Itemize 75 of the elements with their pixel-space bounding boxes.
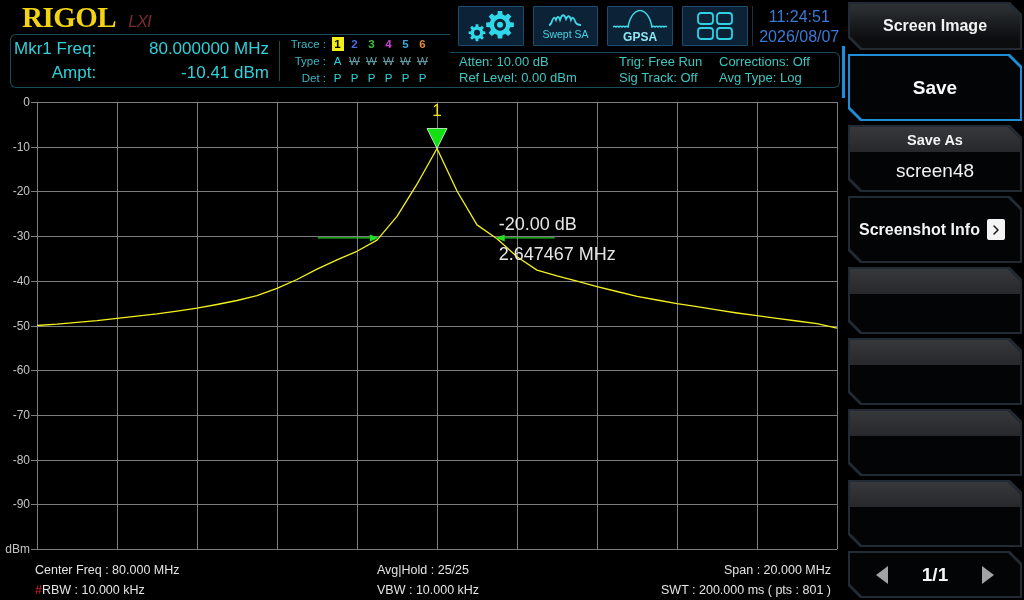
marker-freq-value: 80.000000 MHz <box>147 38 269 60</box>
trace-number[interactable]: 6 <box>416 37 429 51</box>
y-axis-label: -30 <box>12 229 30 244</box>
clock-time: 11:24:51 <box>768 7 830 27</box>
setting-text: Corrections: Off <box>719 54 811 70</box>
grid-icon <box>696 12 733 40</box>
mode-button[interactable]: Swept SA <box>532 6 599 46</box>
trace-number[interactable]: 3 <box>365 37 378 51</box>
status-text: Avg|Hold : 25/25 <box>377 562 469 578</box>
marker-icon <box>426 128 448 149</box>
trace-type: W <box>417 55 428 67</box>
y-axis-label: -10 <box>12 139 30 154</box>
gears-icon <box>467 10 514 42</box>
trace-detector: P <box>367 72 376 84</box>
setting-text: Sig Track: Off <box>619 70 699 86</box>
trace-number[interactable]: 2 <box>348 37 361 51</box>
trace-type: W <box>349 55 360 67</box>
type-row-label: Type : <box>293 55 327 67</box>
trace-type: W <box>383 55 394 67</box>
trace-row-label: Trace : <box>289 38 327 50</box>
manual-setting-label: # <box>35 582 42 598</box>
status-text: Span : 20.000 MHz <box>724 562 831 578</box>
focus-indicator <box>842 46 845 98</box>
trace-number[interactable]: 1 <box>331 37 344 51</box>
trace-detector: P <box>384 72 393 84</box>
y-axis-label: -20 <box>12 184 30 199</box>
y-axis-label: -40 <box>12 273 30 288</box>
status-text: VBW : 10.000 kHz <box>377 582 480 598</box>
trace-detector: P <box>401 72 410 84</box>
setting-text: Atten: 10.00 dB <box>459 54 550 70</box>
y-axis-label: -80 <box>12 452 30 467</box>
trace-type: A <box>333 55 342 67</box>
ndb-arrow <box>495 234 556 242</box>
trace-detector: P <box>418 72 427 84</box>
softkey-button[interactable]: Screenshot Info <box>848 196 1022 263</box>
setting-text: Ref Level: 0.00 dBm <box>459 70 578 86</box>
mode-button[interactable]: GPSA <box>607 6 673 46</box>
trace-type: W <box>366 55 377 67</box>
setting-text: Avg Type: Log <box>719 70 803 86</box>
det-row-label: Det : <box>300 72 327 84</box>
triangle-left-icon[interactable] <box>876 565 888 584</box>
y-axis-label: -60 <box>12 363 30 378</box>
trace-number[interactable]: 4 <box>382 37 395 51</box>
layout-button[interactable] <box>681 6 748 46</box>
softkey-button[interactable]: Save As screen48 <box>848 125 1022 192</box>
clock-date: 2026/08/07 <box>759 27 840 47</box>
marker-ampt-value: -10.41 dBm <box>180 62 269 84</box>
ndb-readout: -20.00 dB <box>498 213 577 234</box>
triangle-right-icon[interactable] <box>982 565 994 584</box>
marker-ampt-label: Ampt: <box>50 62 97 84</box>
lxi-logo: LXI <box>128 13 151 32</box>
y-axis-label: -50 <box>12 318 30 333</box>
status-text: Center Freq : 80.000 MHz <box>35 562 180 578</box>
status-text: SWT : 200.000 ms ( pts : 801 ) <box>661 582 831 598</box>
marker-freq-label: Mkr1 Freq: <box>14 38 97 60</box>
page-counter: 1/1 <box>921 563 949 586</box>
ndb-arrow <box>317 234 379 242</box>
settings-button[interactable] <box>458 6 524 46</box>
setting-text: Trig: Free Run <box>619 54 704 70</box>
y-axis-label: dBm <box>5 542 30 556</box>
y-axis-label: -70 <box>12 407 30 422</box>
peak-curve-icon <box>613 9 668 28</box>
marker-label: 1 <box>432 101 442 120</box>
y-axis-label: 0 <box>23 95 30 109</box>
status-text: RBW : 10.000 kHz <box>41 582 145 598</box>
trace-detector: P <box>333 72 342 84</box>
trace-detector: P <box>350 72 359 84</box>
chevron-right-icon <box>987 219 1005 240</box>
brand-logo: RIGOL <box>22 3 117 32</box>
wave-icon <box>548 12 583 27</box>
trace-type: W <box>400 55 411 67</box>
y-axis-label: -90 <box>12 497 30 512</box>
trace-number[interactable]: 5 <box>399 37 412 51</box>
softkey-button[interactable]: Save <box>848 54 1022 121</box>
menu-title: Screen Image <box>848 2 1022 50</box>
